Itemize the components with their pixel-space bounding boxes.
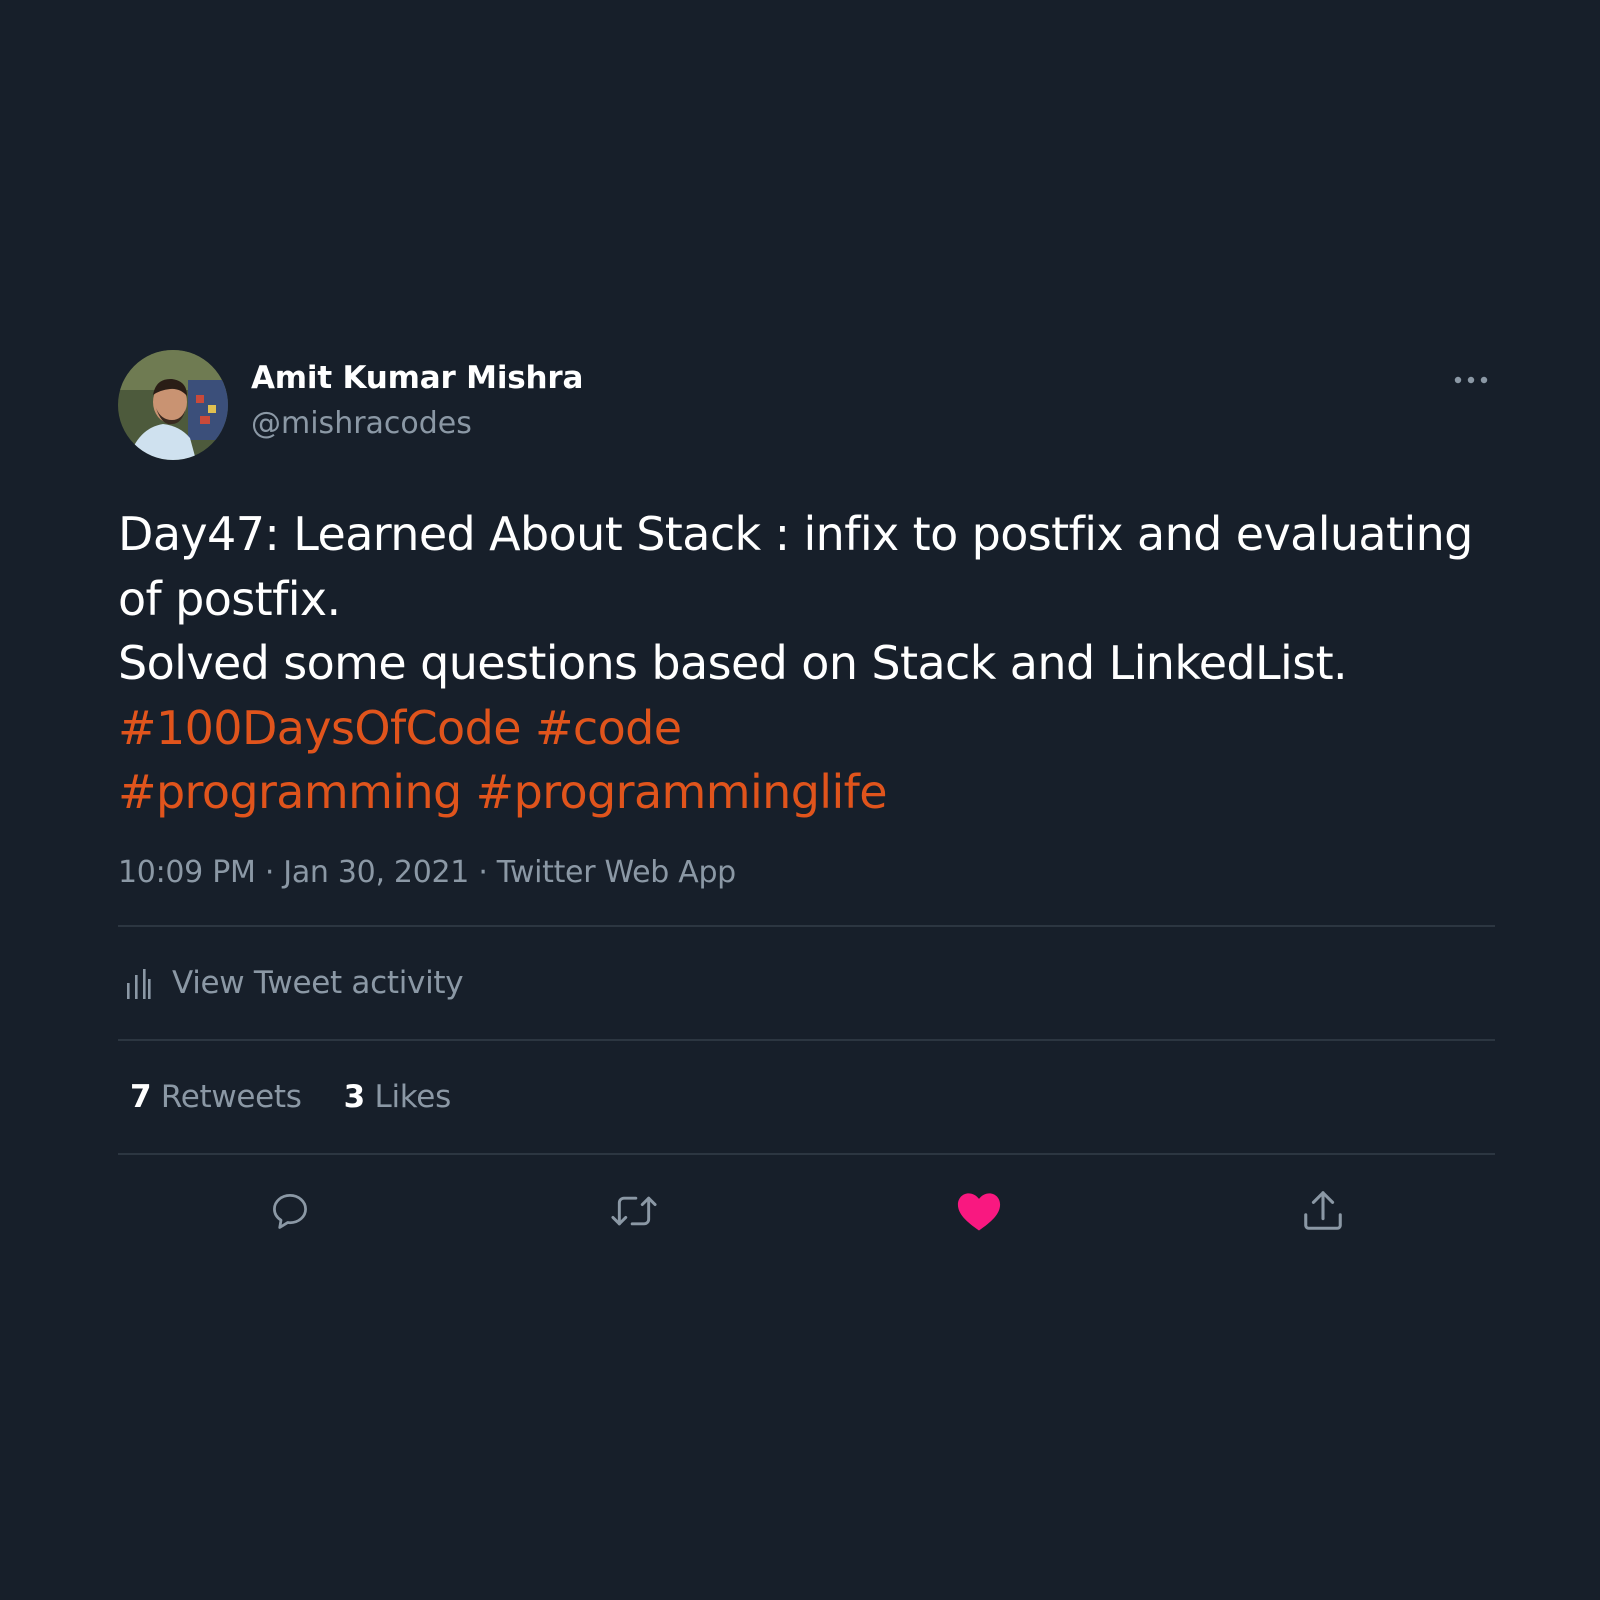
hashtag-link[interactable]: #100DaysOfCode bbox=[118, 701, 522, 755]
retweets-stat[interactable]: 7 Retweets bbox=[130, 1079, 302, 1115]
tweet-header: Amit Kumar Mishra @mishracodes bbox=[118, 350, 1495, 462]
tweet-text: Day47: Learned About Stack : infix to po… bbox=[118, 502, 1495, 825]
tweet-actions bbox=[118, 1155, 1495, 1267]
likes-label: Likes bbox=[374, 1078, 451, 1115]
tweet-card: Amit Kumar Mishra @mishracodes Day47: Le… bbox=[118, 350, 1495, 1267]
tweet-meta: 10:09 PM · Jan 30, 2021 · Twitter Web Ap… bbox=[118, 851, 1495, 895]
tweet-time[interactable]: 10:09 PM bbox=[118, 855, 256, 890]
more-horizontal-icon bbox=[1454, 376, 1488, 384]
share-button[interactable] bbox=[1297, 1185, 1349, 1237]
profile-photo-icon bbox=[118, 350, 228, 460]
view-tweet-activity-label: View Tweet activity bbox=[172, 964, 464, 1001]
hashtag-link[interactable]: #programminglife bbox=[476, 765, 888, 819]
retweets-count: 7 bbox=[130, 1078, 152, 1115]
share-icon bbox=[1304, 1190, 1342, 1230]
retweet-button[interactable] bbox=[608, 1185, 660, 1237]
tweet-text-line: Day47: Learned About Stack : infix to po… bbox=[118, 507, 1473, 561]
meta-separator: · bbox=[255, 854, 284, 890]
view-tweet-activity-button[interactable]: View Tweet activity bbox=[118, 927, 1495, 1039]
hashtag-line: #programming #programminglife bbox=[118, 760, 1495, 825]
user-handle[interactable]: @mishracodes bbox=[251, 406, 472, 441]
more-options-button[interactable] bbox=[1447, 368, 1495, 392]
engagement-stats: 7 Retweets 3 Likes bbox=[118, 1041, 1495, 1153]
hashtag-link[interactable]: #programming bbox=[118, 765, 462, 819]
avatar[interactable] bbox=[118, 350, 228, 460]
like-button[interactable] bbox=[953, 1185, 1005, 1237]
tweet-text-line: Solved some questions based on Stack and… bbox=[118, 636, 1348, 690]
hashtag-link[interactable]: #code bbox=[535, 701, 682, 755]
retweets-label: Retweets bbox=[160, 1078, 302, 1115]
bar-chart-icon bbox=[126, 965, 154, 1001]
tweet-text-line: of postfix. bbox=[118, 571, 341, 626]
tweet-date[interactable]: Jan 30, 2021 bbox=[283, 855, 469, 890]
reply-button[interactable] bbox=[264, 1185, 316, 1237]
heart-icon bbox=[957, 1192, 1001, 1231]
tweet-source[interactable]: Twitter Web App bbox=[497, 855, 736, 890]
meta-separator: · bbox=[469, 854, 497, 890]
display-name[interactable]: Amit Kumar Mishra bbox=[251, 360, 583, 396]
retweet-icon bbox=[611, 1196, 657, 1225]
likes-count: 3 bbox=[343, 1078, 366, 1115]
reply-icon bbox=[273, 1193, 307, 1229]
likes-stat[interactable]: 3 Likes bbox=[343, 1078, 452, 1115]
hashtag-line: #100DaysOfCode #code bbox=[118, 696, 1495, 761]
